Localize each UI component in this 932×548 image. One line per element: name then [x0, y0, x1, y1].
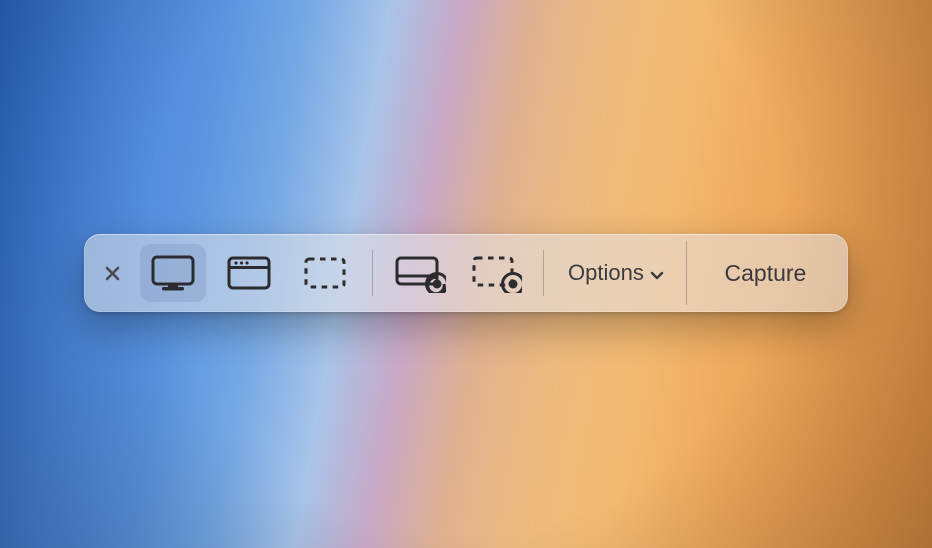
screenshot-toolbar: Options Capture — [84, 234, 848, 312]
toolbar-divider-2 — [543, 250, 544, 296]
window-icon — [226, 255, 272, 291]
capture-window-button[interactable] — [216, 244, 282, 302]
close-icon — [105, 266, 120, 281]
capture-label: Capture — [725, 260, 807, 287]
selection-icon — [302, 255, 348, 291]
capture-entire-screen-button[interactable] — [140, 244, 206, 302]
screenshot-mode-group — [132, 244, 366, 302]
screen-icon — [150, 253, 196, 293]
record-screen-icon — [394, 253, 446, 293]
capture-button[interactable]: Capture — [691, 234, 840, 312]
record-entire-screen-button[interactable] — [387, 244, 453, 302]
capture-selection-button[interactable] — [292, 244, 358, 302]
options-button[interactable]: Options — [550, 244, 682, 302]
record-mode-group — [379, 244, 537, 302]
record-selection-icon — [470, 253, 522, 293]
options-label: Options — [568, 260, 644, 286]
close-button[interactable] — [98, 259, 126, 287]
toolbar-divider-3 — [686, 241, 687, 305]
record-selection-button[interactable] — [463, 244, 529, 302]
chevron-down-icon — [650, 260, 664, 286]
toolbar-divider — [372, 250, 373, 296]
